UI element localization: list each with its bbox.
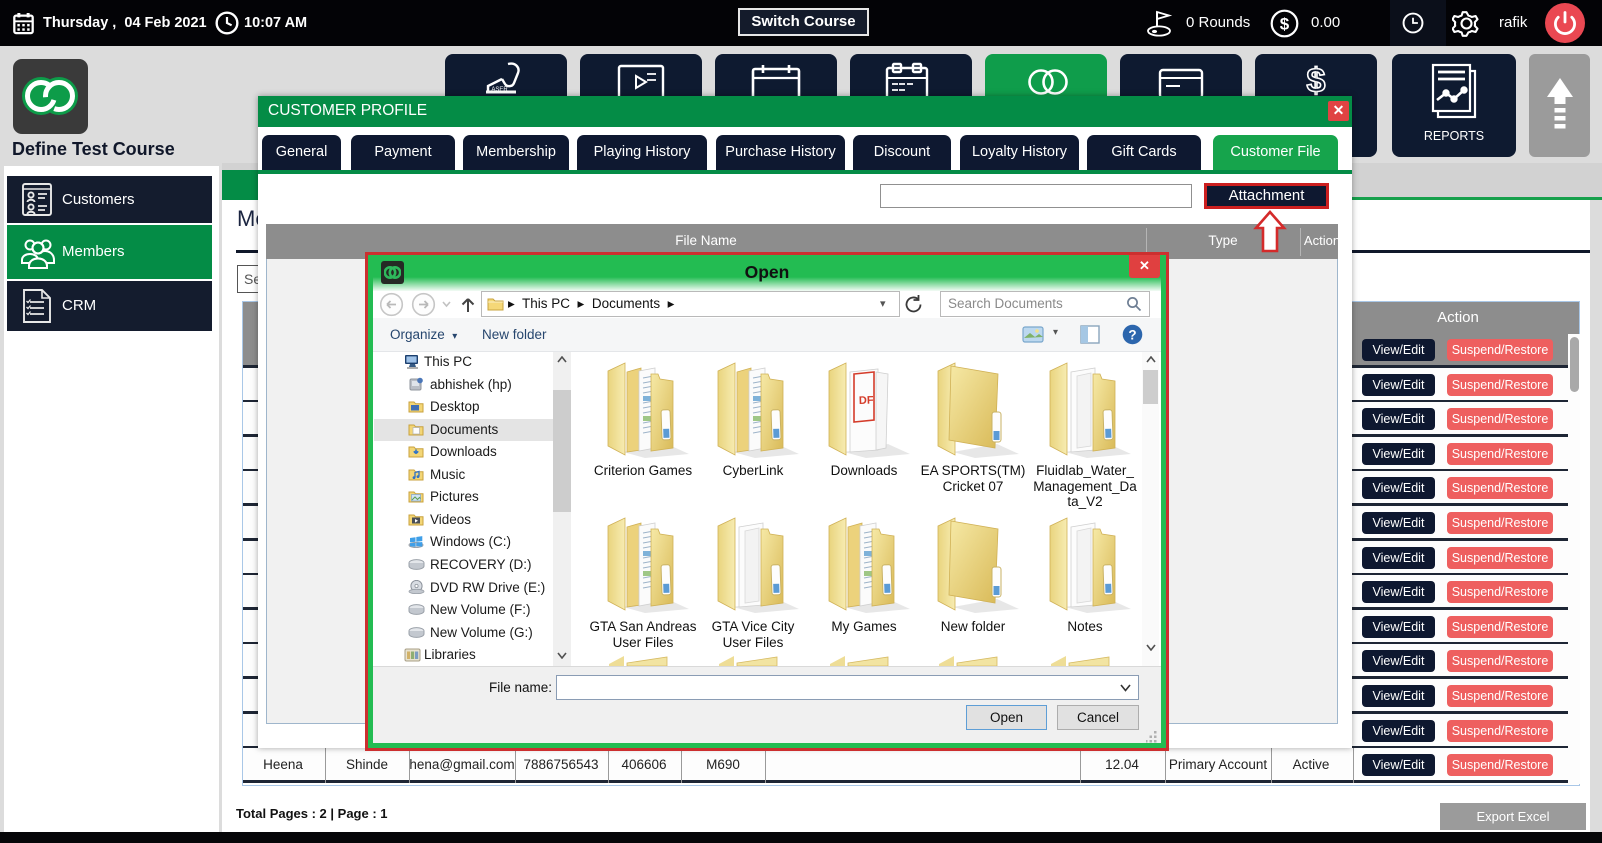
svg-text:LASER: LASER — [488, 87, 508, 93]
svg-text:DF: DF — [859, 394, 874, 407]
svg-text:$: $ — [1280, 15, 1290, 34]
svg-text:$: $ — [1307, 62, 1326, 100]
svg-text:?: ? — [1128, 327, 1136, 342]
